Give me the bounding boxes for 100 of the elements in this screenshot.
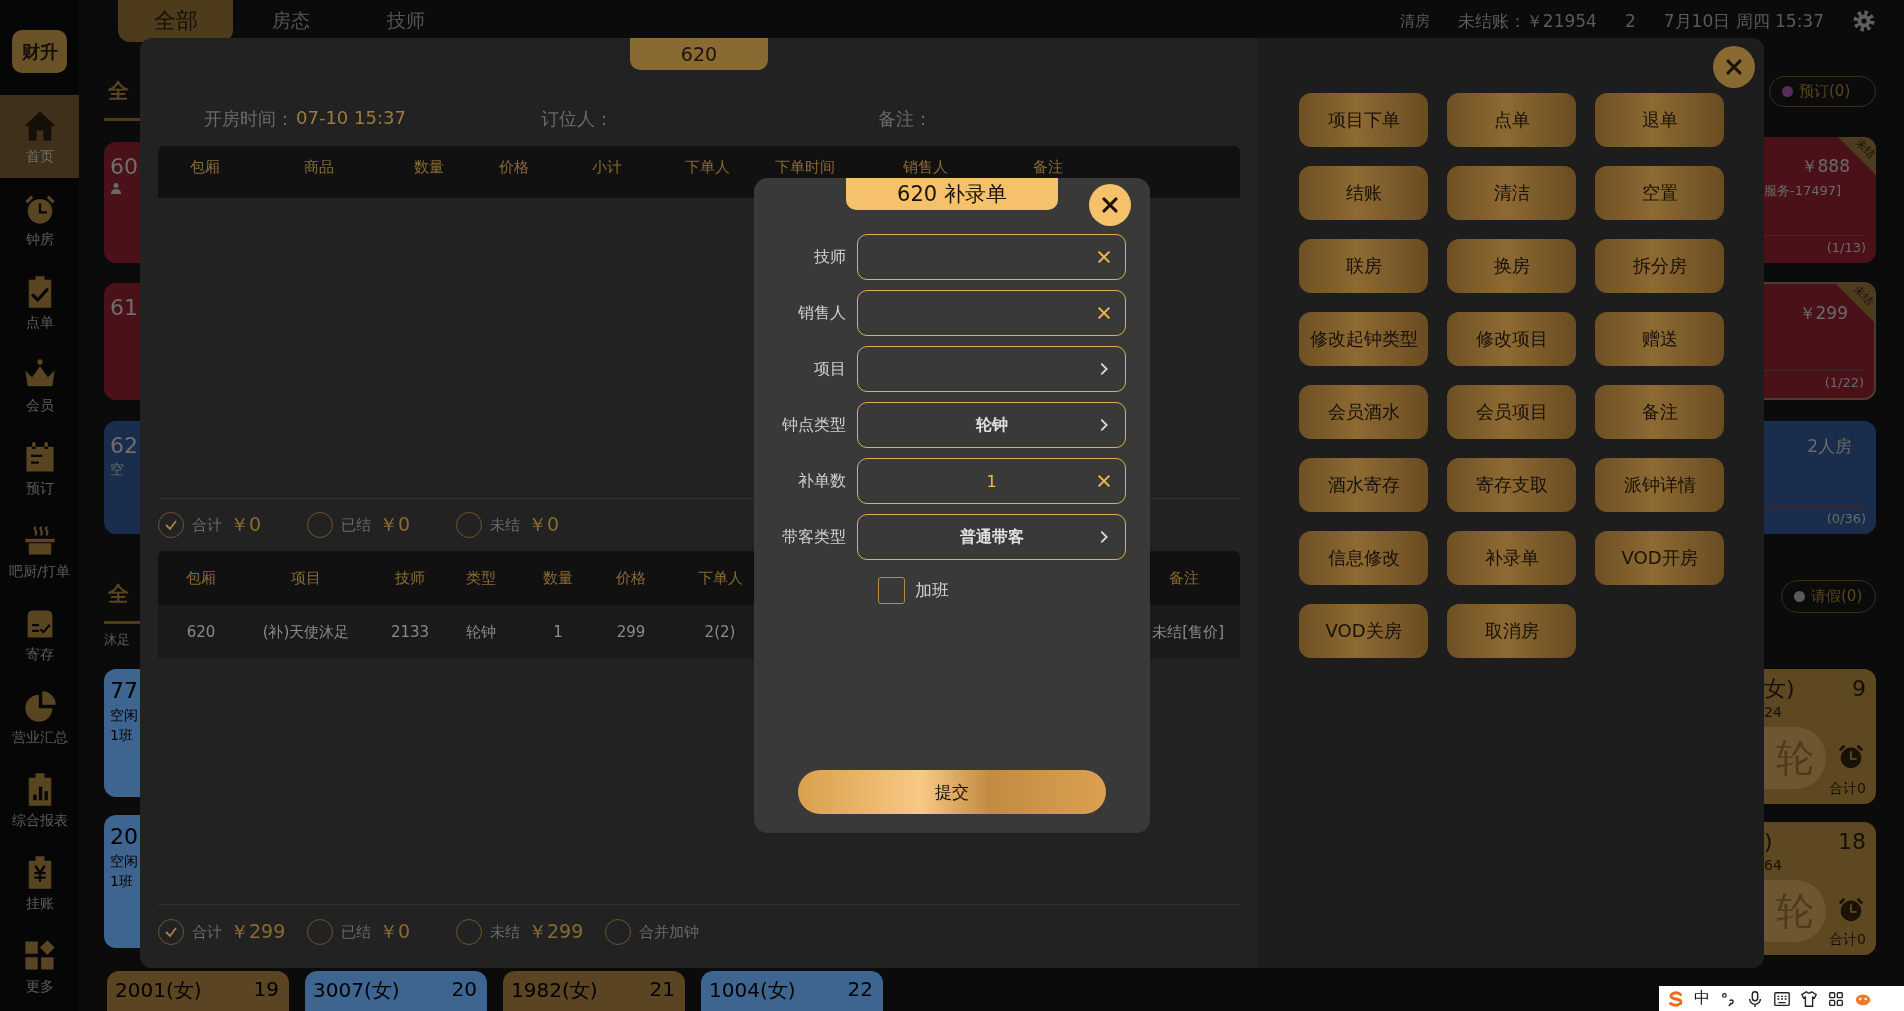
grid-icon[interactable] bbox=[1827, 989, 1845, 1008]
keyboard-icon[interactable] bbox=[1773, 989, 1791, 1008]
column-header: 备注 bbox=[1032, 157, 1064, 177]
info-label: 订位人： bbox=[541, 107, 613, 131]
technician-name: ) bbox=[1764, 828, 1773, 856]
action-button[interactable]: 赠送 bbox=[1595, 312, 1724, 366]
action-button[interactable]: 酒水寄存 bbox=[1299, 458, 1428, 512]
action-button[interactable]: 退单 bbox=[1595, 93, 1724, 147]
action-button[interactable]: 拆分房 bbox=[1595, 239, 1724, 293]
action-button[interactable]: VOD开房 bbox=[1595, 531, 1724, 585]
sidebar-item[interactable]: 钟房 bbox=[0, 178, 79, 261]
technician-name: 1982(女) bbox=[511, 977, 598, 1004]
room-card[interactable]: 60 bbox=[104, 142, 140, 263]
action-button[interactable]: 补录单 bbox=[1447, 531, 1576, 585]
technician-count: 19 bbox=[253, 977, 279, 1001]
action-button[interactable]: 清洁 bbox=[1447, 166, 1576, 220]
action-button[interactable]: 项目下单 bbox=[1299, 93, 1428, 147]
sidebar-item[interactable]: 首页 bbox=[0, 95, 79, 178]
sidebar-item[interactable]: 营业汇总 bbox=[0, 676, 79, 759]
action-button[interactable]: 修改起钟类型 bbox=[1299, 312, 1428, 366]
summary-amount: ￥0 bbox=[528, 512, 560, 537]
technician-name: 2001(女) bbox=[115, 977, 202, 1004]
select-field[interactable] bbox=[857, 346, 1126, 392]
settings-icon[interactable] bbox=[1852, 9, 1876, 33]
summary-label: 已结 bbox=[341, 515, 371, 535]
room-number: 61 bbox=[110, 295, 139, 321]
action-button[interactable]: 会员项目 bbox=[1447, 385, 1576, 439]
top-tab[interactable]: 房态 bbox=[233, 0, 348, 42]
sidebar-item[interactable]: 会员 bbox=[0, 344, 79, 427]
filter-label: 预订(0) bbox=[1799, 82, 1851, 101]
table-cell-text: 299 bbox=[615, 623, 647, 641]
action-button[interactable]: 换房 bbox=[1447, 239, 1576, 293]
technician-card[interactable]: 3007(女) 20 bbox=[305, 971, 487, 1011]
action-button[interactable]: 会员酒水 bbox=[1299, 385, 1428, 439]
top-tab[interactable]: 技师 bbox=[348, 0, 463, 42]
column-header: 价格 bbox=[498, 157, 530, 177]
select-field[interactable]: 普通带客 bbox=[857, 514, 1126, 560]
clear-icon[interactable] bbox=[1095, 472, 1113, 490]
room-note: 服务-17497] bbox=[1764, 182, 1843, 200]
action-button[interactable]: 备注 bbox=[1595, 385, 1724, 439]
status-text: 清房 bbox=[1399, 11, 1430, 31]
action-button[interactable]: 点单 bbox=[1447, 93, 1576, 147]
room-card[interactable]: 61 bbox=[104, 283, 140, 400]
info-label: 备注： bbox=[878, 107, 932, 131]
input-mode-toggle[interactable]: 中 bbox=[1694, 988, 1710, 1009]
clear-icon[interactable] bbox=[1095, 304, 1113, 322]
technician-count: 21 bbox=[649, 977, 675, 1001]
room-card[interactable]: 2人房 (0/36) bbox=[1764, 421, 1876, 534]
technician-card[interactable]: 77 空闲 1班 bbox=[104, 669, 140, 797]
column-header: 技师 bbox=[394, 568, 426, 588]
technician-count: 9 bbox=[1852, 675, 1866, 703]
summary-amount: ￥0 bbox=[379, 512, 411, 537]
column-header: 项目 bbox=[290, 568, 322, 588]
summary-label: 合并加钟 bbox=[639, 922, 699, 942]
column-header: 类型 bbox=[465, 568, 497, 588]
sidebar-item[interactable]: 预订 bbox=[0, 427, 79, 510]
column-header: 下单人 bbox=[696, 568, 744, 588]
room-card[interactable]: 62 空 bbox=[104, 421, 140, 534]
info-label: 开房时间： bbox=[204, 107, 294, 131]
technician-card[interactable]: 1004(女) 22 bbox=[701, 971, 883, 1011]
technician-status: 空闲 bbox=[110, 852, 139, 871]
summary-label: 合计 bbox=[192, 922, 222, 942]
action-button[interactable]: 结账 bbox=[1299, 166, 1428, 220]
status-dot-icon bbox=[1794, 591, 1805, 602]
room-number: 62 bbox=[110, 433, 139, 459]
select-field[interactable]: 轮钟 bbox=[857, 402, 1126, 448]
technician-count: 18 bbox=[1838, 828, 1866, 856]
action-button[interactable]: 修改项目 bbox=[1447, 312, 1576, 366]
action-button[interactable]: VOD关房 bbox=[1299, 604, 1428, 658]
action-button[interactable]: 空置 bbox=[1595, 166, 1724, 220]
submit-button[interactable]: 提交 bbox=[798, 770, 1106, 814]
sidebar-item[interactable]: 更多 bbox=[0, 925, 79, 1008]
table-cell-text: 轮钟 bbox=[465, 622, 497, 642]
sidebar-item[interactable]: 寄存 bbox=[0, 593, 79, 676]
sidebar-item[interactable]: 挂账 bbox=[0, 842, 79, 925]
technician-card[interactable]: 1982(女) 21 bbox=[503, 971, 685, 1011]
input-field[interactable]: 1 bbox=[857, 458, 1126, 504]
technician-card[interactable]: 2001(女) 19 bbox=[107, 971, 289, 1011]
action-button[interactable]: 寄存支取 bbox=[1447, 458, 1576, 512]
action-button[interactable]: 派钟详情 bbox=[1595, 458, 1724, 512]
clear-icon[interactable] bbox=[1095, 248, 1113, 266]
sidebar-item[interactable]: 点单 bbox=[0, 261, 79, 344]
close-button[interactable] bbox=[1089, 184, 1131, 226]
microphone-icon[interactable] bbox=[1746, 989, 1764, 1008]
technician-card[interactable]: 20 空闲 1班 bbox=[104, 815, 140, 948]
column-header: 小计 bbox=[591, 157, 623, 177]
status-text: 未结账：￥21954 bbox=[1457, 9, 1597, 33]
sidebar-item[interactable]: 综合报表 bbox=[0, 759, 79, 842]
info-value: 07-10 15:37 bbox=[296, 107, 406, 130]
top-tab[interactable]: 全部 bbox=[118, 0, 233, 42]
checkbox[interactable] bbox=[878, 577, 905, 604]
sidebar-item[interactable]: 吧厨/打单 bbox=[0, 510, 79, 593]
room-ratio: (0/36) bbox=[1826, 511, 1866, 526]
action-button[interactable]: 联房 bbox=[1299, 239, 1428, 293]
action-button[interactable]: 取消房 bbox=[1447, 604, 1576, 658]
action-button[interactable]: 信息修改 bbox=[1299, 531, 1428, 585]
s-logo-icon[interactable] bbox=[1667, 989, 1685, 1008]
shirt-icon[interactable] bbox=[1800, 989, 1818, 1008]
input-field[interactable] bbox=[857, 234, 1126, 280]
input-field[interactable] bbox=[857, 290, 1126, 336]
